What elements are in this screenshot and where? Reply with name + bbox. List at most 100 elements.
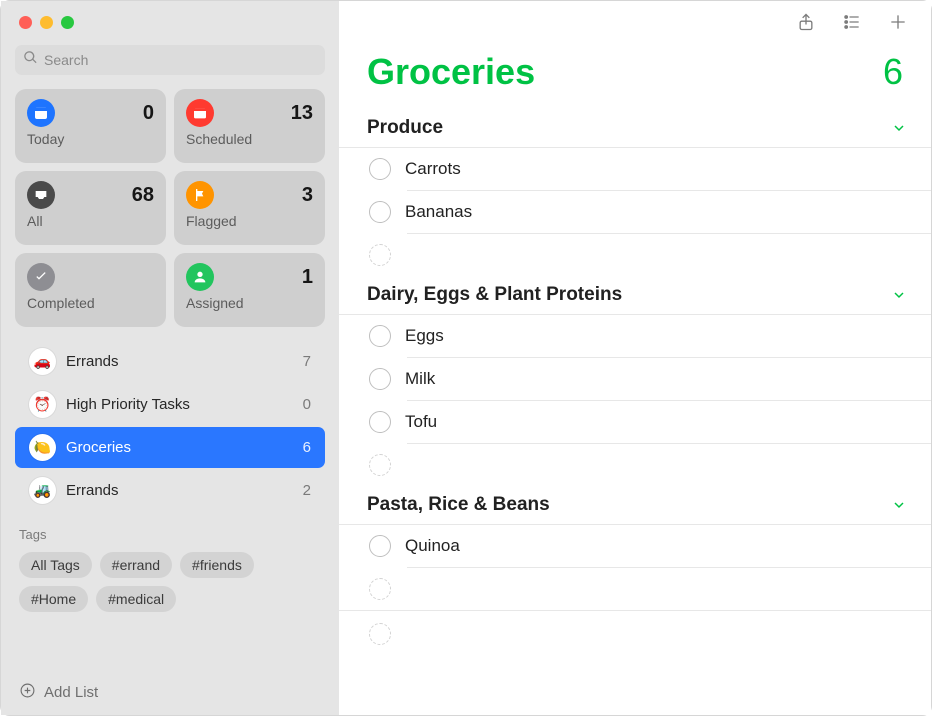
reminder-row[interactable]: Milk xyxy=(339,358,931,400)
section-header[interactable]: Pasta, Rice & Beans xyxy=(339,486,931,525)
list-count: 7 xyxy=(303,353,311,370)
smart-label: All xyxy=(27,213,154,229)
search-input[interactable] xyxy=(44,52,317,68)
section-pasta: Pasta, Rice & Beans Quinoa xyxy=(339,486,931,610)
list-emoji-icon: 🚗 xyxy=(29,348,56,375)
smart-label: Today xyxy=(27,131,154,147)
smart-count: 13 xyxy=(291,102,313,125)
chevron-down-icon xyxy=(891,287,907,303)
toolbar xyxy=(339,1,931,39)
completion-toggle[interactable] xyxy=(369,368,391,390)
list-label: High Priority Tasks xyxy=(66,396,293,413)
smart-label: Flagged xyxy=(186,213,313,229)
section-name: Produce xyxy=(367,117,443,139)
tags-header: Tags xyxy=(19,527,321,542)
zoom-window-button[interactable] xyxy=(61,16,74,29)
completion-toggle-placeholder xyxy=(369,578,391,600)
plus-circle-icon xyxy=(19,682,36,703)
smart-label: Assigned xyxy=(186,295,313,311)
new-reminder-placeholder[interactable] xyxy=(339,568,931,610)
completion-toggle[interactable] xyxy=(369,535,391,557)
main-panel: Groceries 6 Produce Carrots Bananas Dair… xyxy=(339,1,931,715)
list-item-errands[interactable]: 🚗 Errands 7 xyxy=(15,341,325,382)
new-reminder-button[interactable] xyxy=(887,13,909,35)
minimize-window-button[interactable] xyxy=(40,16,53,29)
plus-icon xyxy=(888,12,908,37)
search-icon xyxy=(23,50,38,70)
reminder-title[interactable]: Tofu xyxy=(405,412,907,432)
share-button[interactable] xyxy=(795,13,817,35)
reminder-row[interactable]: Carrots xyxy=(339,148,931,190)
section-header[interactable]: Dairy, Eggs & Plant Proteins xyxy=(339,276,931,315)
completion-toggle-placeholder xyxy=(369,454,391,476)
smart-card-assigned[interactable]: 1 Assigned xyxy=(174,253,325,327)
flag-icon xyxy=(186,181,214,209)
section-header[interactable]: Produce xyxy=(339,109,931,148)
reminder-row[interactable]: Bananas xyxy=(339,191,931,233)
add-list-label: Add List xyxy=(44,684,98,701)
reminder-row[interactable]: Quinoa xyxy=(339,525,931,567)
smart-card-all[interactable]: 68 All xyxy=(15,171,166,245)
list-label: Errands xyxy=(66,353,293,370)
reminder-title[interactable]: Carrots xyxy=(405,159,907,179)
section-dairy: Dairy, Eggs & Plant Proteins Eggs Milk T… xyxy=(339,276,931,486)
new-reminder-placeholder[interactable] xyxy=(339,234,931,276)
completion-toggle[interactable] xyxy=(369,201,391,223)
completion-toggle-placeholder xyxy=(369,623,391,645)
tag-errand[interactable]: #errand xyxy=(100,552,172,578)
reminder-title[interactable]: Quinoa xyxy=(405,536,907,556)
smart-card-today[interactable]: 0 Today xyxy=(15,89,166,163)
reminder-row[interactable]: Eggs xyxy=(339,315,931,357)
completion-toggle-placeholder xyxy=(369,244,391,266)
section-produce: Produce Carrots Bananas xyxy=(339,109,931,276)
list-emoji-icon: 🍋 xyxy=(29,434,56,461)
new-reminder-placeholder[interactable] xyxy=(339,444,931,486)
tag-home[interactable]: #Home xyxy=(19,586,88,612)
tag-friends[interactable]: #friends xyxy=(180,552,254,578)
search-field[interactable] xyxy=(15,45,325,75)
tag-medical[interactable]: #medical xyxy=(96,586,176,612)
list-item-high-priority[interactable]: ⏰ High Priority Tasks 0 xyxy=(15,384,325,425)
list-count: 6 xyxy=(303,439,311,456)
window-controls xyxy=(1,1,339,39)
smart-card-completed[interactable]: Completed xyxy=(15,253,166,327)
my-lists: 🚗 Errands 7 ⏰ High Priority Tasks 0 🍋 Gr… xyxy=(1,339,339,513)
reminder-title[interactable]: Milk xyxy=(405,369,907,389)
smart-count: 1 xyxy=(302,266,313,289)
list-bullet-icon xyxy=(842,12,862,37)
reminder-row[interactable]: Tofu xyxy=(339,401,931,443)
smart-card-flagged[interactable]: 3 Flagged xyxy=(174,171,325,245)
section-name: Dairy, Eggs & Plant Proteins xyxy=(367,284,622,306)
list-label: Errands xyxy=(66,482,293,499)
new-reminder-uncategorized[interactable] xyxy=(339,610,931,657)
share-icon xyxy=(796,12,816,37)
checkmark-icon xyxy=(27,263,55,291)
list-label: Groceries xyxy=(66,439,293,456)
add-list-button[interactable]: Add List xyxy=(1,670,339,715)
section-name: Pasta, Rice & Beans xyxy=(367,494,550,516)
sidebar: 0 Today 13 Scheduled 68 All xyxy=(1,1,339,715)
chevron-down-icon xyxy=(891,497,907,513)
smart-count: 68 xyxy=(132,184,154,207)
tag-all[interactable]: All Tags xyxy=(19,552,92,578)
tags-section: Tags All Tags #errand #friends #Home #me… xyxy=(1,513,339,612)
reminder-title[interactable]: Bananas xyxy=(405,202,907,222)
smart-card-scheduled[interactable]: 13 Scheduled xyxy=(174,89,325,163)
reminder-title[interactable]: Eggs xyxy=(405,326,907,346)
list-item-errands-2[interactable]: 🚜 Errands 2 xyxy=(15,470,325,511)
list-item-groceries[interactable]: 🍋 Groceries 6 xyxy=(15,427,325,468)
list-total-count: 6 xyxy=(883,51,903,93)
list-title: Groceries xyxy=(367,51,535,93)
list-count: 0 xyxy=(303,396,311,413)
completion-toggle[interactable] xyxy=(369,158,391,180)
list-emoji-icon: ⏰ xyxy=(29,391,56,418)
smart-count: 0 xyxy=(143,102,154,125)
person-icon xyxy=(186,263,214,291)
completion-toggle[interactable] xyxy=(369,411,391,433)
smart-label: Completed xyxy=(27,295,154,311)
list-count: 2 xyxy=(303,482,311,499)
completion-toggle[interactable] xyxy=(369,325,391,347)
calendar-today-icon xyxy=(27,99,55,127)
view-options-button[interactable] xyxy=(841,13,863,35)
close-window-button[interactable] xyxy=(19,16,32,29)
